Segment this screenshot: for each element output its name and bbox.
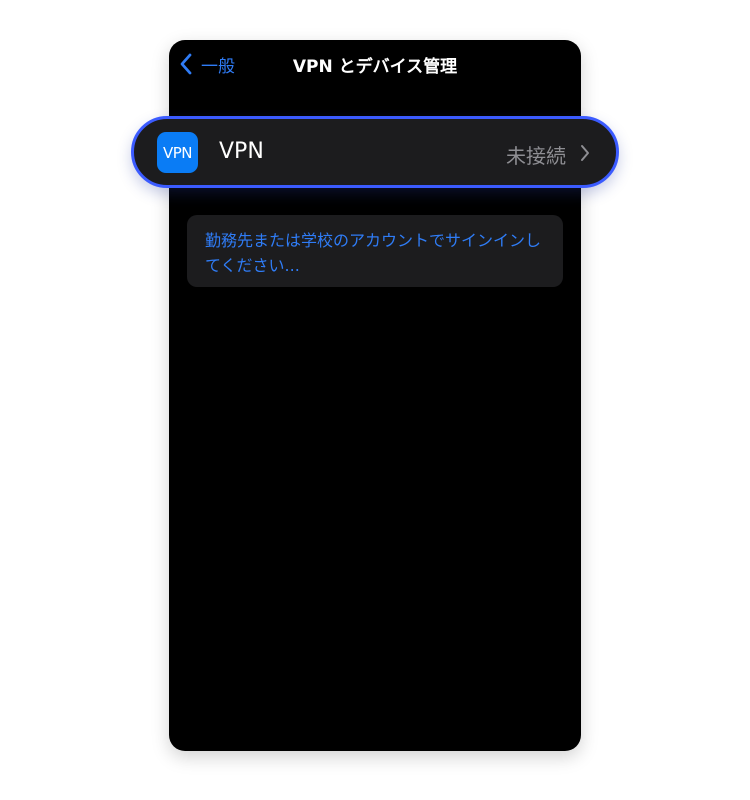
vpn-icon-label: VPN <box>162 143 193 162</box>
vpn-row-label: VPN <box>219 139 264 164</box>
vpn-icon: VPN <box>157 132 198 173</box>
page-title: VPN とデバイス管理 <box>292 57 458 77</box>
navigation-bar: 一般 VPN とデバイス管理 <box>169 40 581 90</box>
chevron-right-icon <box>579 143 591 163</box>
screenshot-stage: 一般 VPN とデバイス管理 勤務先または学校のアカウントでサインインしてくださ… <box>0 0 750 800</box>
vpn-row[interactable]: VPN VPN 未接続 <box>131 116 619 188</box>
work-school-signin-button[interactable]: 勤務先または学校のアカウントでサインインしてください... <box>187 215 563 287</box>
signin-prompt-text: 勤務先または学校のアカウントでサインインしてください... <box>205 231 542 275</box>
vpn-status-value: 未接続 <box>506 144 566 168</box>
